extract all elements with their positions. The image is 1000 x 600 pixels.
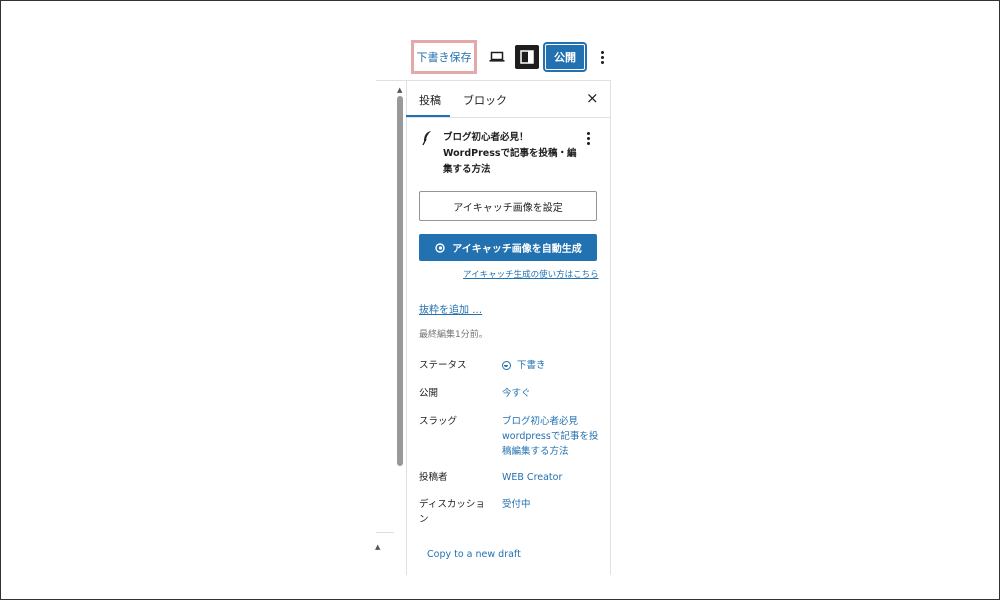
- discussion-value[interactable]: 受付中: [502, 497, 531, 512]
- save-draft-highlight: 下書き保存: [411, 40, 477, 74]
- save-draft-button[interactable]: 下書き保存: [417, 49, 472, 65]
- auto-generate-image-button[interactable]: アイキャッチ画像を自動生成: [419, 234, 597, 261]
- divider: [376, 80, 610, 81]
- auto-generate-label: アイキャッチ画像を自動生成: [452, 244, 582, 255]
- row-label-status: ステータス: [419, 360, 467, 371]
- howto-link[interactable]: アイキャッチ生成の使い方はこちら: [463, 268, 599, 280]
- author-value[interactable]: WEB Creator: [502, 470, 562, 485]
- publish-date-value[interactable]: 今すぐ: [502, 386, 531, 401]
- more-options-icon[interactable]: [596, 46, 608, 68]
- sparkle-icon: [435, 242, 445, 253]
- row-label-discussion: ディスカッション: [419, 499, 485, 525]
- slug-value[interactable]: ブログ初心者必見wordpressで記事を投稿編集する方法: [502, 414, 602, 459]
- copy-to-draft-link[interactable]: Copy to a new draft: [427, 549, 521, 560]
- status-draft-icon: [502, 361, 511, 370]
- close-icon[interactable]: ×: [586, 89, 599, 107]
- row-label-author: 投稿者: [419, 472, 448, 483]
- sidebar-toggle-icon: [520, 50, 534, 64]
- scroll-up-icon[interactable]: ▲: [397, 86, 402, 94]
- tab-block[interactable]: ブロック: [463, 92, 507, 108]
- add-excerpt-link[interactable]: 抜粋を追加 …: [419, 301, 482, 316]
- row-label-publish: 公開: [419, 388, 439, 399]
- settings-toggle-button[interactable]: [515, 45, 539, 69]
- preview-icon: [489, 51, 505, 62]
- tab-post[interactable]: 投稿: [419, 92, 441, 108]
- divider: [376, 532, 394, 533]
- scrollbar-thumb[interactable]: [397, 96, 403, 466]
- status-value[interactable]: 下書き: [502, 358, 546, 373]
- divider: [406, 117, 610, 118]
- scroll-left-icon[interactable]: ▲: [375, 543, 380, 551]
- publish-button[interactable]: 公開: [545, 44, 585, 70]
- post-actions-icon[interactable]: [584, 131, 592, 145]
- set-featured-image-button[interactable]: アイキャッチ画像を設定: [419, 191, 597, 221]
- post-title: ブログ初心者必見！WordPressで記事を投稿・編集する方法: [443, 132, 577, 175]
- last-edited-text: 最終編集1分前。: [419, 330, 488, 340]
- feather-icon: [422, 131, 431, 146]
- status-value-text: 下書き: [517, 360, 546, 371]
- row-label-slug: スラッグ: [419, 416, 458, 427]
- preview-button[interactable]: [487, 46, 507, 68]
